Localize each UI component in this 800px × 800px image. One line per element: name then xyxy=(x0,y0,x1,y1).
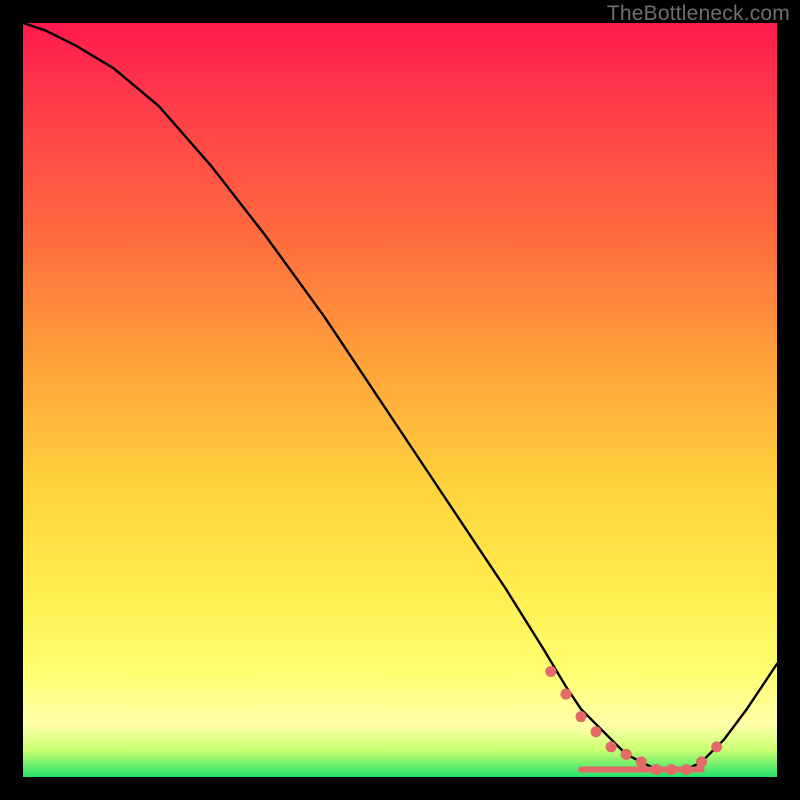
watermark-label: TheBottleneck.com xyxy=(607,2,790,26)
highlight-dot xyxy=(606,741,617,752)
highlight-dot xyxy=(711,741,722,752)
highlight-dot xyxy=(621,749,632,760)
highlight-dot xyxy=(575,711,586,722)
highlight-dot xyxy=(591,726,602,737)
curve-layer xyxy=(23,23,777,770)
highlight-dot xyxy=(636,756,647,767)
highlight-dot xyxy=(651,764,662,775)
plot-area xyxy=(23,23,777,777)
highlight-dot xyxy=(560,689,571,700)
chart-svg xyxy=(23,23,777,777)
highlight-dot xyxy=(666,764,677,775)
highlight-dot xyxy=(681,764,692,775)
highlight-dot xyxy=(545,666,556,677)
bottleneck-curve xyxy=(23,23,777,770)
chart-frame: TheBottleneck.com xyxy=(0,0,800,800)
highlight-dot xyxy=(696,756,707,767)
